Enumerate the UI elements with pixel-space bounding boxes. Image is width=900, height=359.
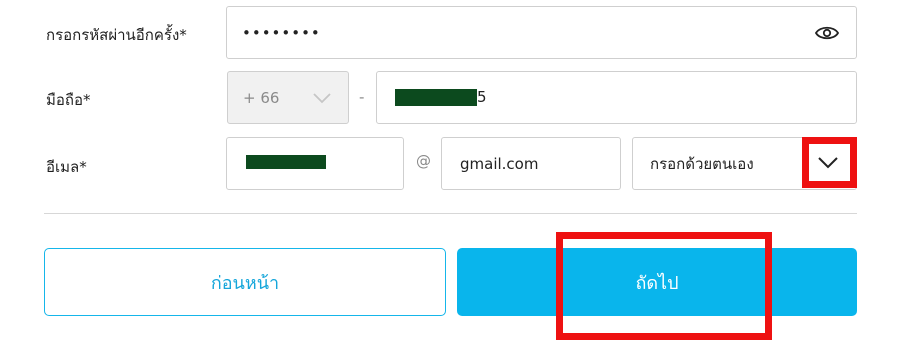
- confirm-password-label: กรอกรหัสผ่านอีกครั้ง*: [46, 26, 187, 44]
- mobile-label: มือถือ*: [46, 91, 91, 109]
- chevron-down-icon: [313, 93, 331, 104]
- email-domain-value: gmail.com: [460, 154, 539, 173]
- next-button-highlight-box: [556, 232, 772, 340]
- form-divider: [44, 213, 857, 214]
- confirm-password-value: ••••••••: [242, 23, 321, 42]
- at-symbol: @: [416, 152, 431, 170]
- email-domain-input[interactable]: gmail.com: [441, 137, 621, 190]
- email-domain-mode-value: กรอกด้วยตนเอง: [650, 154, 754, 173]
- country-code-select[interactable]: + 66: [227, 71, 349, 124]
- redacted-phone-number: [395, 89, 477, 106]
- phone-number-suffix: 5: [477, 88, 487, 106]
- phone-separator: -: [359, 88, 365, 106]
- email-label: อีเมล*: [46, 158, 87, 176]
- previous-button[interactable]: ก่อนหน้า: [44, 248, 446, 316]
- confirm-password-input[interactable]: ••••••••: [226, 6, 857, 59]
- eye-icon[interactable]: [815, 24, 839, 42]
- dropdown-highlight-box: [802, 137, 857, 188]
- country-code-value: + 66: [243, 88, 280, 107]
- redacted-email-username: [246, 155, 326, 169]
